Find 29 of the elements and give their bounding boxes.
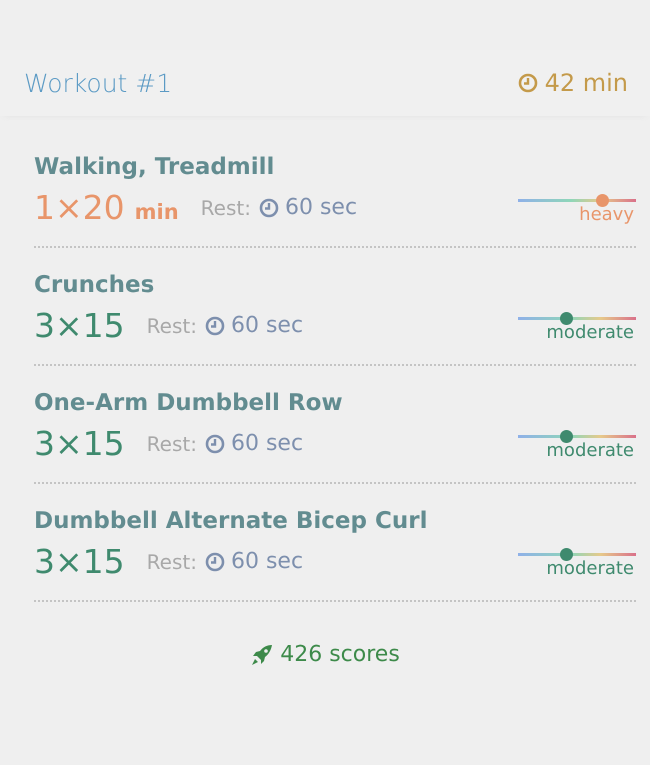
exercise-name: Walking, Treadmill [34, 154, 276, 182]
intensity-label: heavy [579, 204, 634, 224]
rest-label: Rest: [146, 432, 197, 456]
sets-reps: 3×15 [34, 306, 125, 345]
intensity-label: moderate [546, 558, 634, 578]
rest-time: 60 sec [230, 431, 304, 456]
workout-title: Workout #1 [24, 68, 172, 98]
rest-time: 60 sec [284, 195, 358, 220]
sets-reps: 3×15 [34, 542, 125, 581]
intensity-label: moderate [546, 440, 634, 460]
clock-icon [258, 198, 279, 218]
exercise-name: Crunches [34, 272, 156, 300]
rest-time: 60 sec [230, 549, 304, 574]
sets-reps: 1×20 min [34, 188, 179, 227]
rocket-icon [250, 642, 274, 666]
exercise-name: One-Arm Dumbbell Row [34, 390, 344, 418]
rest-label: Rest: [146, 314, 197, 338]
clock-icon [204, 434, 225, 454]
rest-label: Rest: [200, 196, 251, 220]
clock-icon [518, 73, 538, 93]
clock-icon [204, 552, 225, 572]
duration: 42 min [544, 69, 628, 97]
rest-label: Rest: [146, 550, 197, 574]
rest-time: 60 sec [230, 313, 304, 338]
clock-icon [204, 316, 225, 336]
exercise-name: Dumbbell Alternate Bicep Curl [34, 508, 428, 536]
intensity-label: moderate [546, 322, 634, 342]
sets-reps: 3×15 [34, 424, 125, 463]
score-count: 426 scores [280, 642, 400, 667]
